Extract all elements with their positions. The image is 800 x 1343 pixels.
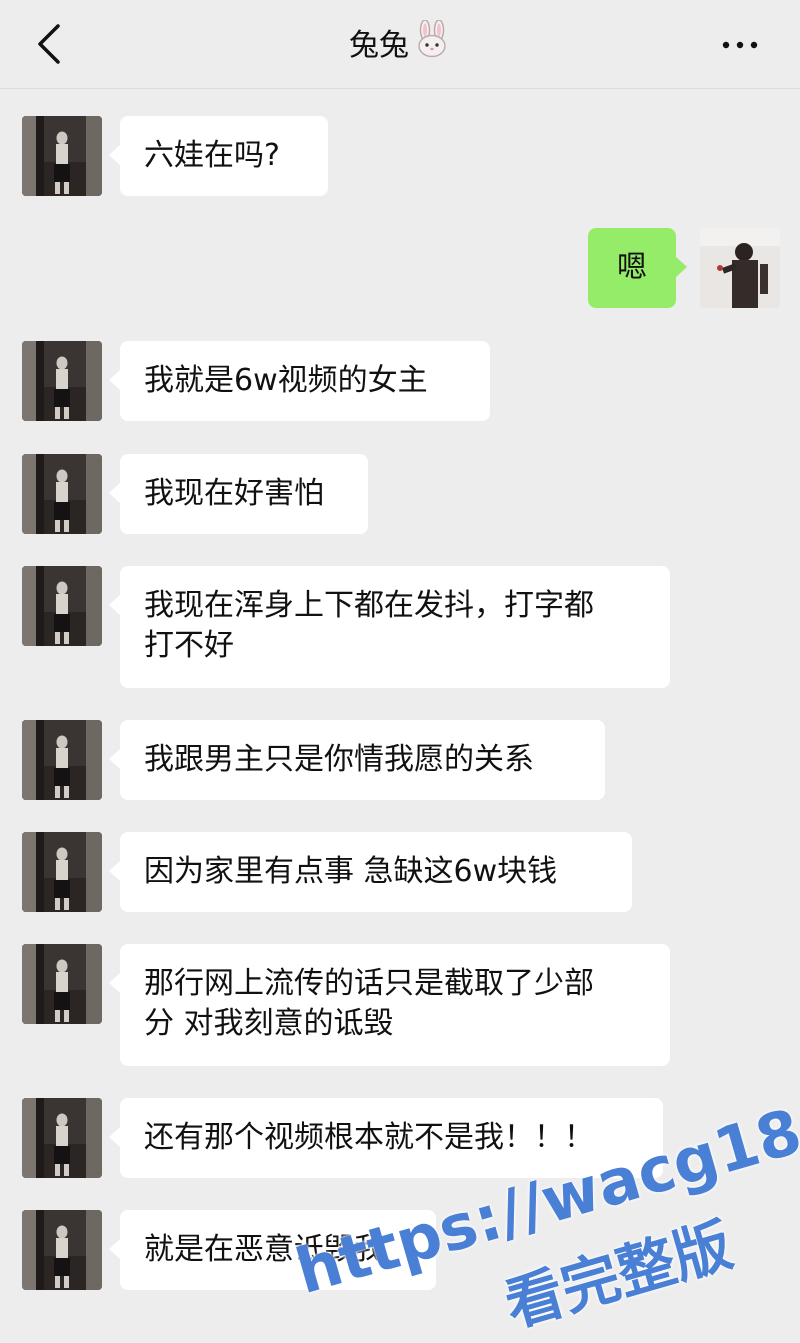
message-text-line: 我就是6w视频的女主 — [144, 363, 428, 398]
contact-avatar[interactable] — [22, 832, 102, 912]
message-bubble-mine[interactable]: 嗯 — [588, 228, 687, 308]
contact-avatar-image — [22, 944, 102, 1024]
chat-title-wrap: 兔兔 — [0, 19, 800, 73]
message-text-line: 那行网上流传的话只是截取了少部 — [144, 966, 594, 1001]
contact-avatar[interactable] — [22, 566, 102, 646]
contact-avatar[interactable] — [22, 116, 102, 196]
message-text-line: 我跟男主只是你情我愿的关系 — [144, 742, 534, 777]
chat-header: 兔兔 — [0, 0, 800, 89]
more-button[interactable] — [720, 30, 760, 60]
message-text-line: 分 对我刻意的诋毁 — [144, 1006, 394, 1041]
chat-title: 兔兔 — [349, 28, 409, 63]
message-bubble[interactable]: 六娃在吗? — [109, 116, 328, 196]
contact-avatar[interactable] — [22, 1210, 102, 1290]
message-text-line: 我现在浑身上下都在发抖，打字都 — [144, 588, 594, 623]
message-bubble[interactable]: 因为家里有点事 急缺这6w块钱 — [109, 832, 632, 912]
contact-avatar[interactable] — [22, 720, 102, 800]
contact-avatar-image — [22, 832, 102, 912]
contact-avatar[interactable] — [22, 341, 102, 421]
message-text-line: 打不好 — [144, 628, 234, 663]
message-text-line: 嗯 — [617, 250, 647, 285]
rabbit-face-icon — [413, 19, 451, 73]
contact-avatar-image — [22, 454, 102, 534]
contact-avatar-image — [22, 566, 102, 646]
contact-avatar-image — [22, 341, 102, 421]
message-bubble[interactable]: 那行网上流传的话只是截取了少部 分 对我刻意的诋毁 — [109, 944, 670, 1066]
message-bubble[interactable]: 我就是6w视频的女主 — [109, 341, 490, 421]
my-avatar-image — [700, 228, 780, 308]
more-dots-icon — [722, 41, 758, 49]
contact-avatar[interactable] — [22, 944, 102, 1024]
message-text-line: 因为家里有点事 急缺这6w块钱 — [144, 854, 558, 889]
message-text-line: 我现在好害怕 — [144, 476, 324, 511]
message-text-line: 还有那个视频根本就不是我！！！ — [144, 1120, 594, 1155]
message-bubble[interactable]: 我现在浑身上下都在发抖，打字都 打不好 — [109, 566, 670, 688]
message-bubble[interactable]: 我现在好害怕 — [109, 454, 368, 534]
contact-avatar-image — [22, 720, 102, 800]
contact-avatar-image — [22, 1210, 102, 1290]
message-text-line: 六娃在吗? — [144, 138, 280, 173]
contact-avatar[interactable] — [22, 454, 102, 534]
contact-avatar-image — [22, 1098, 102, 1178]
contact-avatar[interactable] — [22, 1098, 102, 1178]
my-avatar[interactable] — [700, 228, 780, 308]
message-bubble[interactable]: 我跟男主只是你情我愿的关系 — [109, 720, 605, 800]
contact-avatar-image — [22, 116, 102, 196]
